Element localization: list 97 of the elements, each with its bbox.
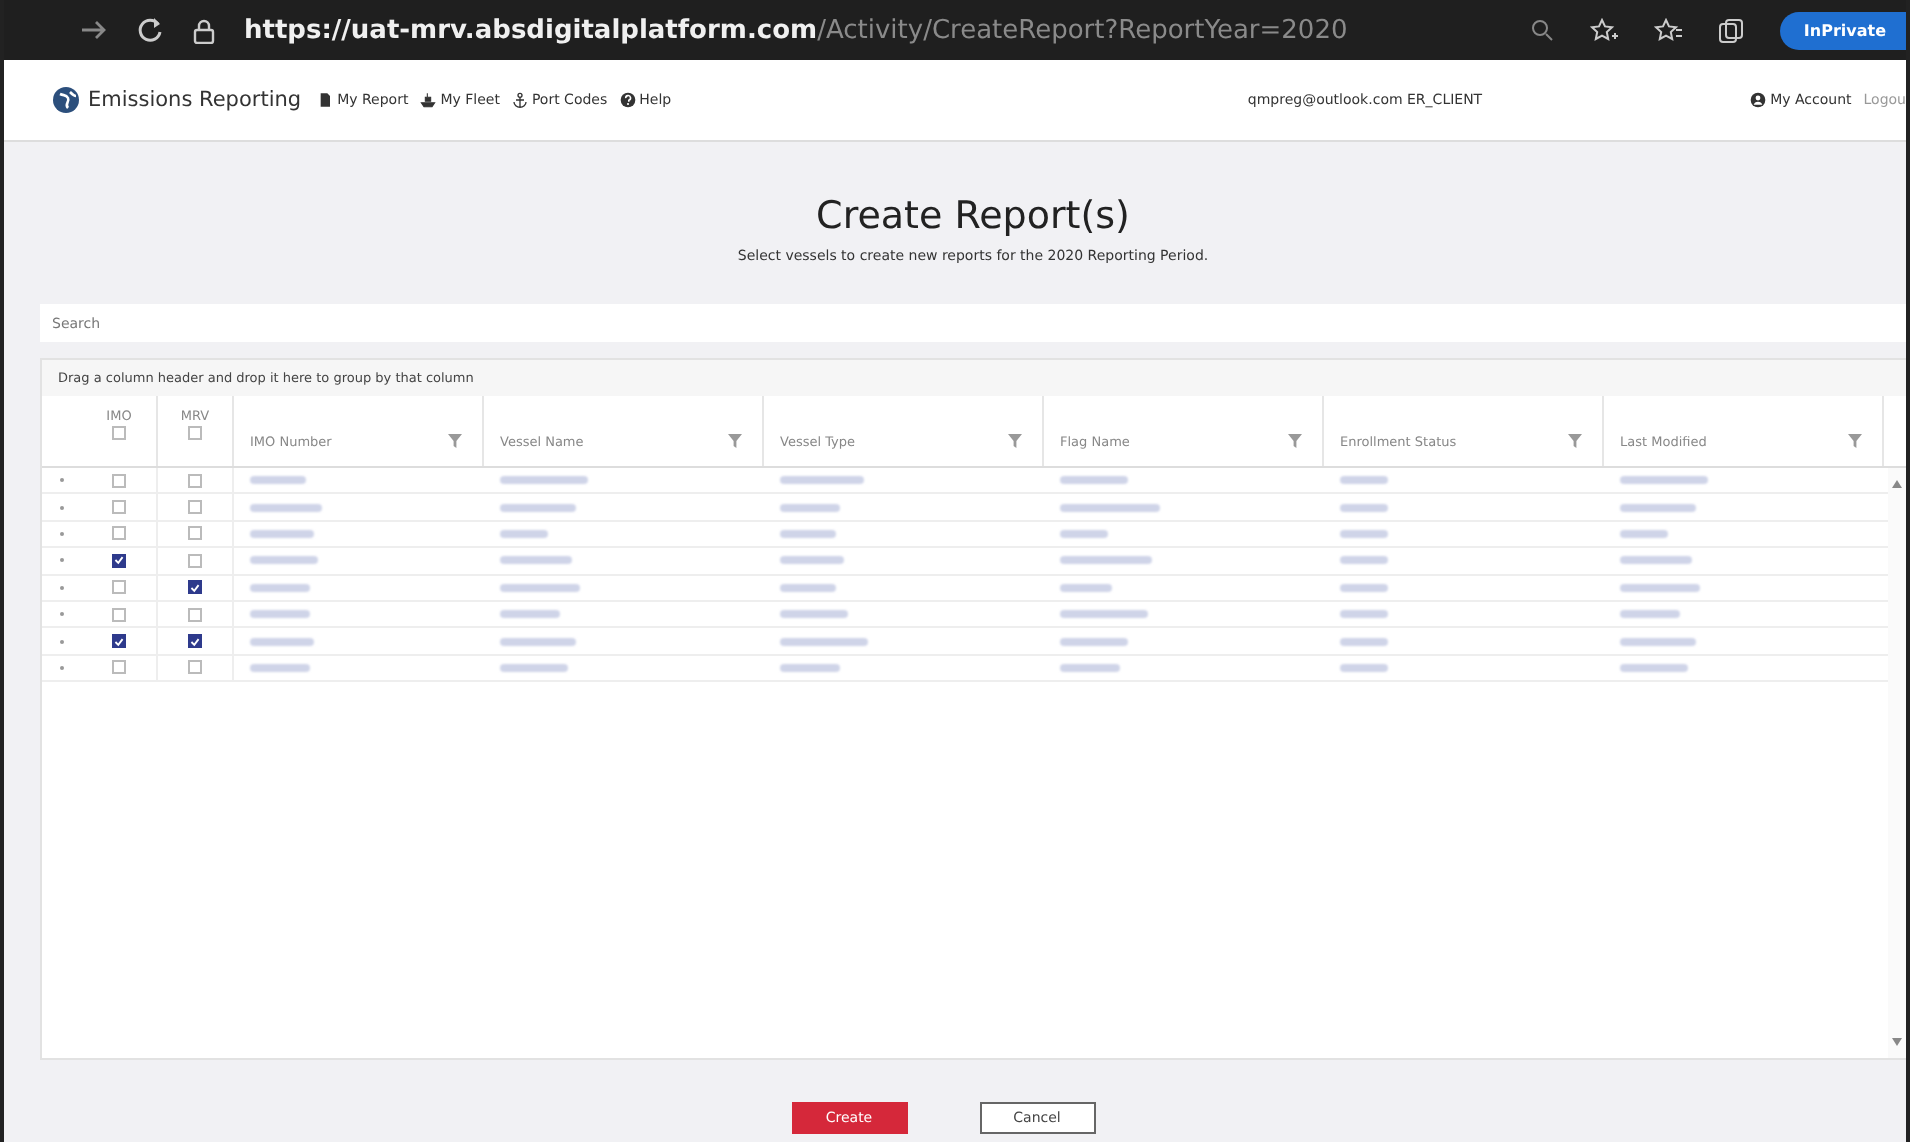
redacted-text-bar bbox=[1060, 503, 1160, 512]
checkbox[interactable] bbox=[188, 426, 202, 440]
scroll-down-arrow-icon[interactable] bbox=[1892, 1038, 1902, 1046]
filter-icon[interactable] bbox=[1288, 434, 1302, 448]
redacted-text-bar bbox=[1060, 583, 1112, 592]
checkbox[interactable] bbox=[188, 660, 202, 675]
zoom-icon[interactable] bbox=[1529, 18, 1554, 42]
url-path[interactable]: /Activity/CreateReport?ReportYear=2020 bbox=[817, 15, 1348, 45]
scroll-up-arrow-icon[interactable] bbox=[1892, 480, 1902, 488]
checkmark-icon bbox=[114, 635, 124, 648]
favorites-icon[interactable] bbox=[1653, 17, 1682, 43]
redacted-text-bar bbox=[1060, 556, 1152, 565]
redacted-text-bar bbox=[1340, 529, 1388, 538]
checkbox[interactable] bbox=[112, 660, 126, 675]
checkbox[interactable] bbox=[188, 634, 202, 649]
checkbox[interactable] bbox=[188, 526, 202, 541]
redacted-text-bar bbox=[1060, 663, 1120, 672]
redacted-text-bar bbox=[1060, 529, 1108, 538]
filter-icon[interactable] bbox=[728, 434, 742, 448]
redacted-text-bar bbox=[780, 583, 836, 592]
filter-icon[interactable] bbox=[1848, 434, 1862, 448]
checkbox[interactable] bbox=[112, 500, 126, 515]
redacted-text-bar bbox=[250, 663, 310, 672]
checkbox[interactable] bbox=[112, 580, 126, 595]
checkbox[interactable] bbox=[112, 607, 126, 622]
redacted-text-bar bbox=[500, 663, 568, 672]
redacted-text-bar bbox=[500, 503, 576, 512]
redacted-text-bar bbox=[1620, 663, 1688, 672]
redacted-text-bar bbox=[1340, 476, 1388, 485]
checkbox[interactable] bbox=[188, 473, 202, 488]
checkbox[interactable] bbox=[112, 426, 126, 440]
vertical-scrollbar[interactable] bbox=[1888, 468, 1906, 1058]
inprivate-badge[interactable]: InPrivate bbox=[1779, 11, 1906, 49]
redacted-text-bar bbox=[780, 556, 844, 565]
user-icon bbox=[1750, 92, 1767, 108]
redacted-text-bar bbox=[1340, 556, 1388, 565]
checkbox[interactable] bbox=[188, 607, 202, 622]
checkbox[interactable] bbox=[188, 553, 202, 568]
redacted-text-bar bbox=[250, 610, 310, 619]
forward-arrow-icon[interactable] bbox=[80, 18, 108, 42]
checkbox[interactable] bbox=[112, 553, 126, 568]
redacted-text-bar bbox=[1340, 610, 1388, 619]
page-title: Create Report(s) bbox=[814, 194, 1132, 238]
redacted-text-bar bbox=[1340, 637, 1388, 646]
brand-title[interactable]: Emissions Reporting bbox=[88, 88, 302, 112]
redacted-text-bar bbox=[250, 556, 318, 565]
checkmark-icon bbox=[190, 635, 200, 648]
redacted-text-bar bbox=[500, 556, 572, 565]
redacted-text-bar bbox=[1620, 610, 1680, 619]
redacted-text-bar bbox=[780, 503, 840, 512]
checkbox[interactable] bbox=[188, 580, 202, 595]
help-icon bbox=[619, 92, 636, 108]
redacted-text-bar bbox=[780, 610, 848, 619]
favorite-star-icon[interactable] bbox=[1589, 17, 1618, 43]
redacted-text-bar bbox=[780, 529, 836, 538]
filter-icon[interactable] bbox=[1008, 434, 1022, 448]
redacted-text-bar bbox=[1620, 529, 1668, 538]
redacted-text-bar bbox=[500, 529, 548, 538]
redacted-text-bar bbox=[1060, 610, 1148, 619]
redacted-text-bar bbox=[1620, 583, 1700, 592]
redacted-text-bar bbox=[1620, 556, 1692, 565]
redacted-text-bar bbox=[780, 476, 864, 485]
anchor-icon bbox=[511, 92, 528, 108]
redacted-text-bar bbox=[1060, 476, 1128, 485]
redacted-text-bar bbox=[500, 637, 576, 646]
redacted-text-bar bbox=[780, 637, 868, 646]
reload-icon[interactable] bbox=[136, 16, 164, 44]
redacted-text-bar bbox=[250, 529, 314, 538]
lock-icon bbox=[192, 17, 216, 43]
redacted-text-bar bbox=[1340, 583, 1388, 592]
ship-icon bbox=[420, 92, 437, 108]
url-host[interactable]: https://uat-mrv.absdigitalplatform.com bbox=[244, 15, 818, 45]
checkmark-icon bbox=[190, 581, 200, 594]
checkbox[interactable] bbox=[112, 473, 126, 488]
redacted-text-bar bbox=[780, 663, 840, 672]
filter-icon[interactable] bbox=[448, 434, 462, 448]
filter-icon[interactable] bbox=[1568, 434, 1582, 448]
checkbox[interactable] bbox=[112, 526, 126, 541]
redacted-text-bar bbox=[1620, 503, 1696, 512]
redacted-text-bar bbox=[1620, 476, 1708, 485]
document-icon bbox=[317, 92, 334, 108]
redacted-text-bar bbox=[250, 583, 310, 592]
checkbox[interactable] bbox=[112, 634, 126, 649]
redacted-text-bar bbox=[1620, 637, 1696, 646]
redacted-text-bar bbox=[500, 476, 588, 485]
redacted-text-bar bbox=[250, 637, 314, 646]
redacted-text-bar bbox=[250, 503, 322, 512]
collections-icon[interactable] bbox=[1717, 17, 1744, 43]
checkmark-icon bbox=[114, 554, 124, 567]
redacted-text-bar bbox=[500, 610, 560, 619]
redacted-text-bar bbox=[250, 476, 306, 485]
redacted-text-bar bbox=[1340, 503, 1388, 512]
checkbox[interactable] bbox=[188, 500, 202, 515]
redacted-text-bar bbox=[1340, 663, 1388, 672]
redacted-text-bar bbox=[1060, 637, 1128, 646]
redacted-text-bar bbox=[500, 583, 580, 592]
globe-logo-icon[interactable] bbox=[52, 86, 80, 114]
